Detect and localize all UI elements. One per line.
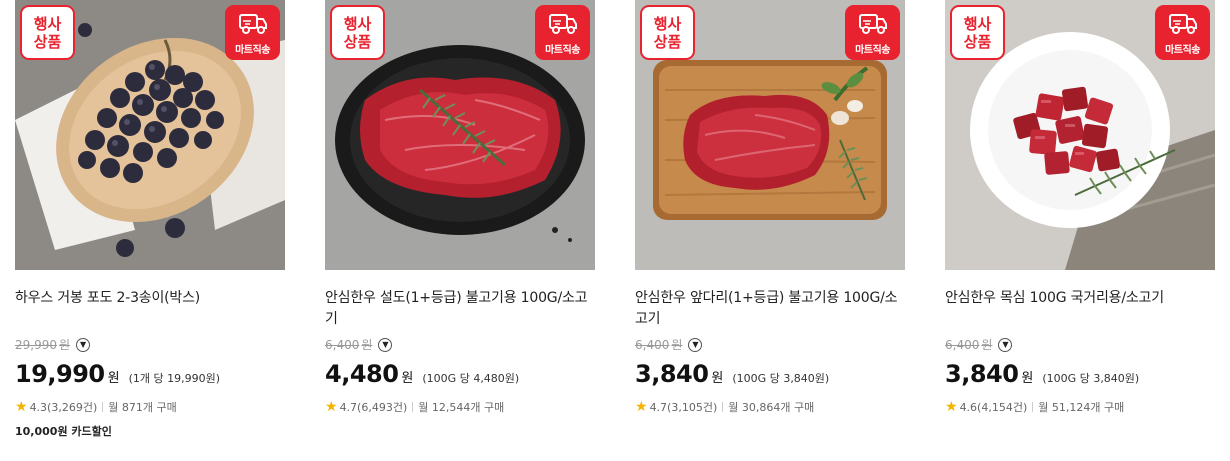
event-badge: 행사 상품	[640, 5, 695, 60]
monthly-purchases: 월 871개 구매	[108, 401, 177, 414]
mart-delivery-badge: 마트직송	[1155, 5, 1210, 60]
original-price: 6,400 원 ▼	[945, 336, 1013, 353]
rating-row: ★ 4.6(4,154건) 월 51,124개 구매	[945, 399, 1124, 415]
original-price: 6,400 원 ▼	[635, 336, 703, 353]
divider	[1032, 402, 1034, 412]
unit-price: (1개 당 19,990원)	[128, 372, 221, 385]
rating-value: 4.7(6,493건)	[339, 401, 408, 414]
card-discount: 10,000원 카드할인	[15, 425, 112, 438]
truck-icon	[1169, 14, 1197, 34]
product-card[interactable]: 행사 상품 마트직송 하우스 거봉 포도 2-3송이(박스) 29,990 원 ▼…	[15, 0, 285, 461]
price-detail-dropdown-icon[interactable]: ▼	[76, 337, 91, 352]
divider	[412, 402, 414, 412]
unit-price: (100G 당 3,840원)	[1042, 372, 1140, 385]
rating-row: ★ 4.7(3,105건) 월 30,864개 구매	[635, 399, 814, 415]
mart-delivery-badge: 마트직송	[535, 5, 590, 60]
event-badge: 행사 상품	[20, 5, 75, 60]
rating-value: 4.7(3,105건)	[649, 401, 718, 414]
price-detail-dropdown-icon[interactable]: ▼	[688, 337, 703, 352]
monthly-purchases: 월 51,124개 구매	[1038, 401, 1125, 414]
event-badge: 행사 상품	[330, 5, 385, 60]
unit-price: (100G 당 3,840원)	[732, 372, 830, 385]
price-detail-dropdown-icon[interactable]: ▼	[378, 337, 393, 352]
event-badge: 행사 상품	[950, 5, 1005, 60]
sale-price: 19,990 원 (1개 당 19,990원)	[15, 360, 221, 388]
product-card[interactable]: 행사 상품 마트직송 안심한우 목심 100G 국거리용/소고기 6,400 원 …	[945, 0, 1215, 461]
star-icon: ★	[325, 399, 338, 415]
star-icon: ★	[635, 399, 648, 415]
star-icon: ★	[945, 399, 958, 415]
divider	[102, 402, 104, 412]
rating-row: ★ 4.7(6,493건) 월 12,544개 구매	[325, 399, 504, 415]
original-price: 6,400 원 ▼	[325, 336, 393, 353]
product-title[interactable]: 안심한우 앞다리(1+등급) 불고기용 100G/소고기	[635, 288, 905, 330]
product-image[interactable]: 행사 상품 마트직송	[15, 0, 285, 270]
product-image[interactable]: 행사 상품 마트직송	[325, 0, 595, 270]
unit-price: (100G 당 4,480원)	[422, 372, 520, 385]
product-image[interactable]: 행사 상품 마트직송	[635, 0, 905, 270]
rating-value: 4.3(3,269건)	[29, 401, 98, 414]
product-card[interactable]: 행사 상품 마트직송 안심한우 설도(1+등급) 불고기용 100G/소고기 6…	[325, 0, 595, 461]
price-detail-dropdown-icon[interactable]: ▼	[998, 337, 1013, 352]
product-title[interactable]: 안심한우 설도(1+등급) 불고기용 100G/소고기	[325, 288, 595, 330]
truck-icon	[859, 14, 887, 34]
truck-icon	[239, 14, 267, 34]
monthly-purchases: 월 30,864개 구매	[728, 401, 815, 414]
product-image[interactable]: 행사 상품 마트직송	[945, 0, 1215, 270]
product-title[interactable]: 하우스 거봉 포도 2-3송이(박스)	[15, 288, 285, 309]
original-price: 29,990 원 ▼	[15, 336, 91, 353]
rating-value: 4.6(4,154건)	[959, 401, 1028, 414]
divider	[722, 402, 724, 412]
monthly-purchases: 월 12,544개 구매	[418, 401, 505, 414]
sale-price: 3,840 원 (100G 당 3,840원)	[945, 360, 1140, 388]
mart-delivery-badge: 마트직송	[845, 5, 900, 60]
sale-price: 3,840 원 (100G 당 3,840원)	[635, 360, 830, 388]
product-title[interactable]: 안심한우 목심 100G 국거리용/소고기	[945, 288, 1215, 309]
rating-row: ★ 4.3(3,269건) 월 871개 구매	[15, 399, 177, 415]
star-icon: ★	[15, 399, 28, 415]
mart-delivery-badge: 마트직송	[225, 5, 280, 60]
truck-icon	[549, 14, 577, 34]
sale-price: 4,480 원 (100G 당 4,480원)	[325, 360, 520, 388]
product-card[interactable]: 행사 상품 마트직송 안심한우 앞다리(1+등급) 불고기용 100G/소고기 …	[635, 0, 905, 461]
